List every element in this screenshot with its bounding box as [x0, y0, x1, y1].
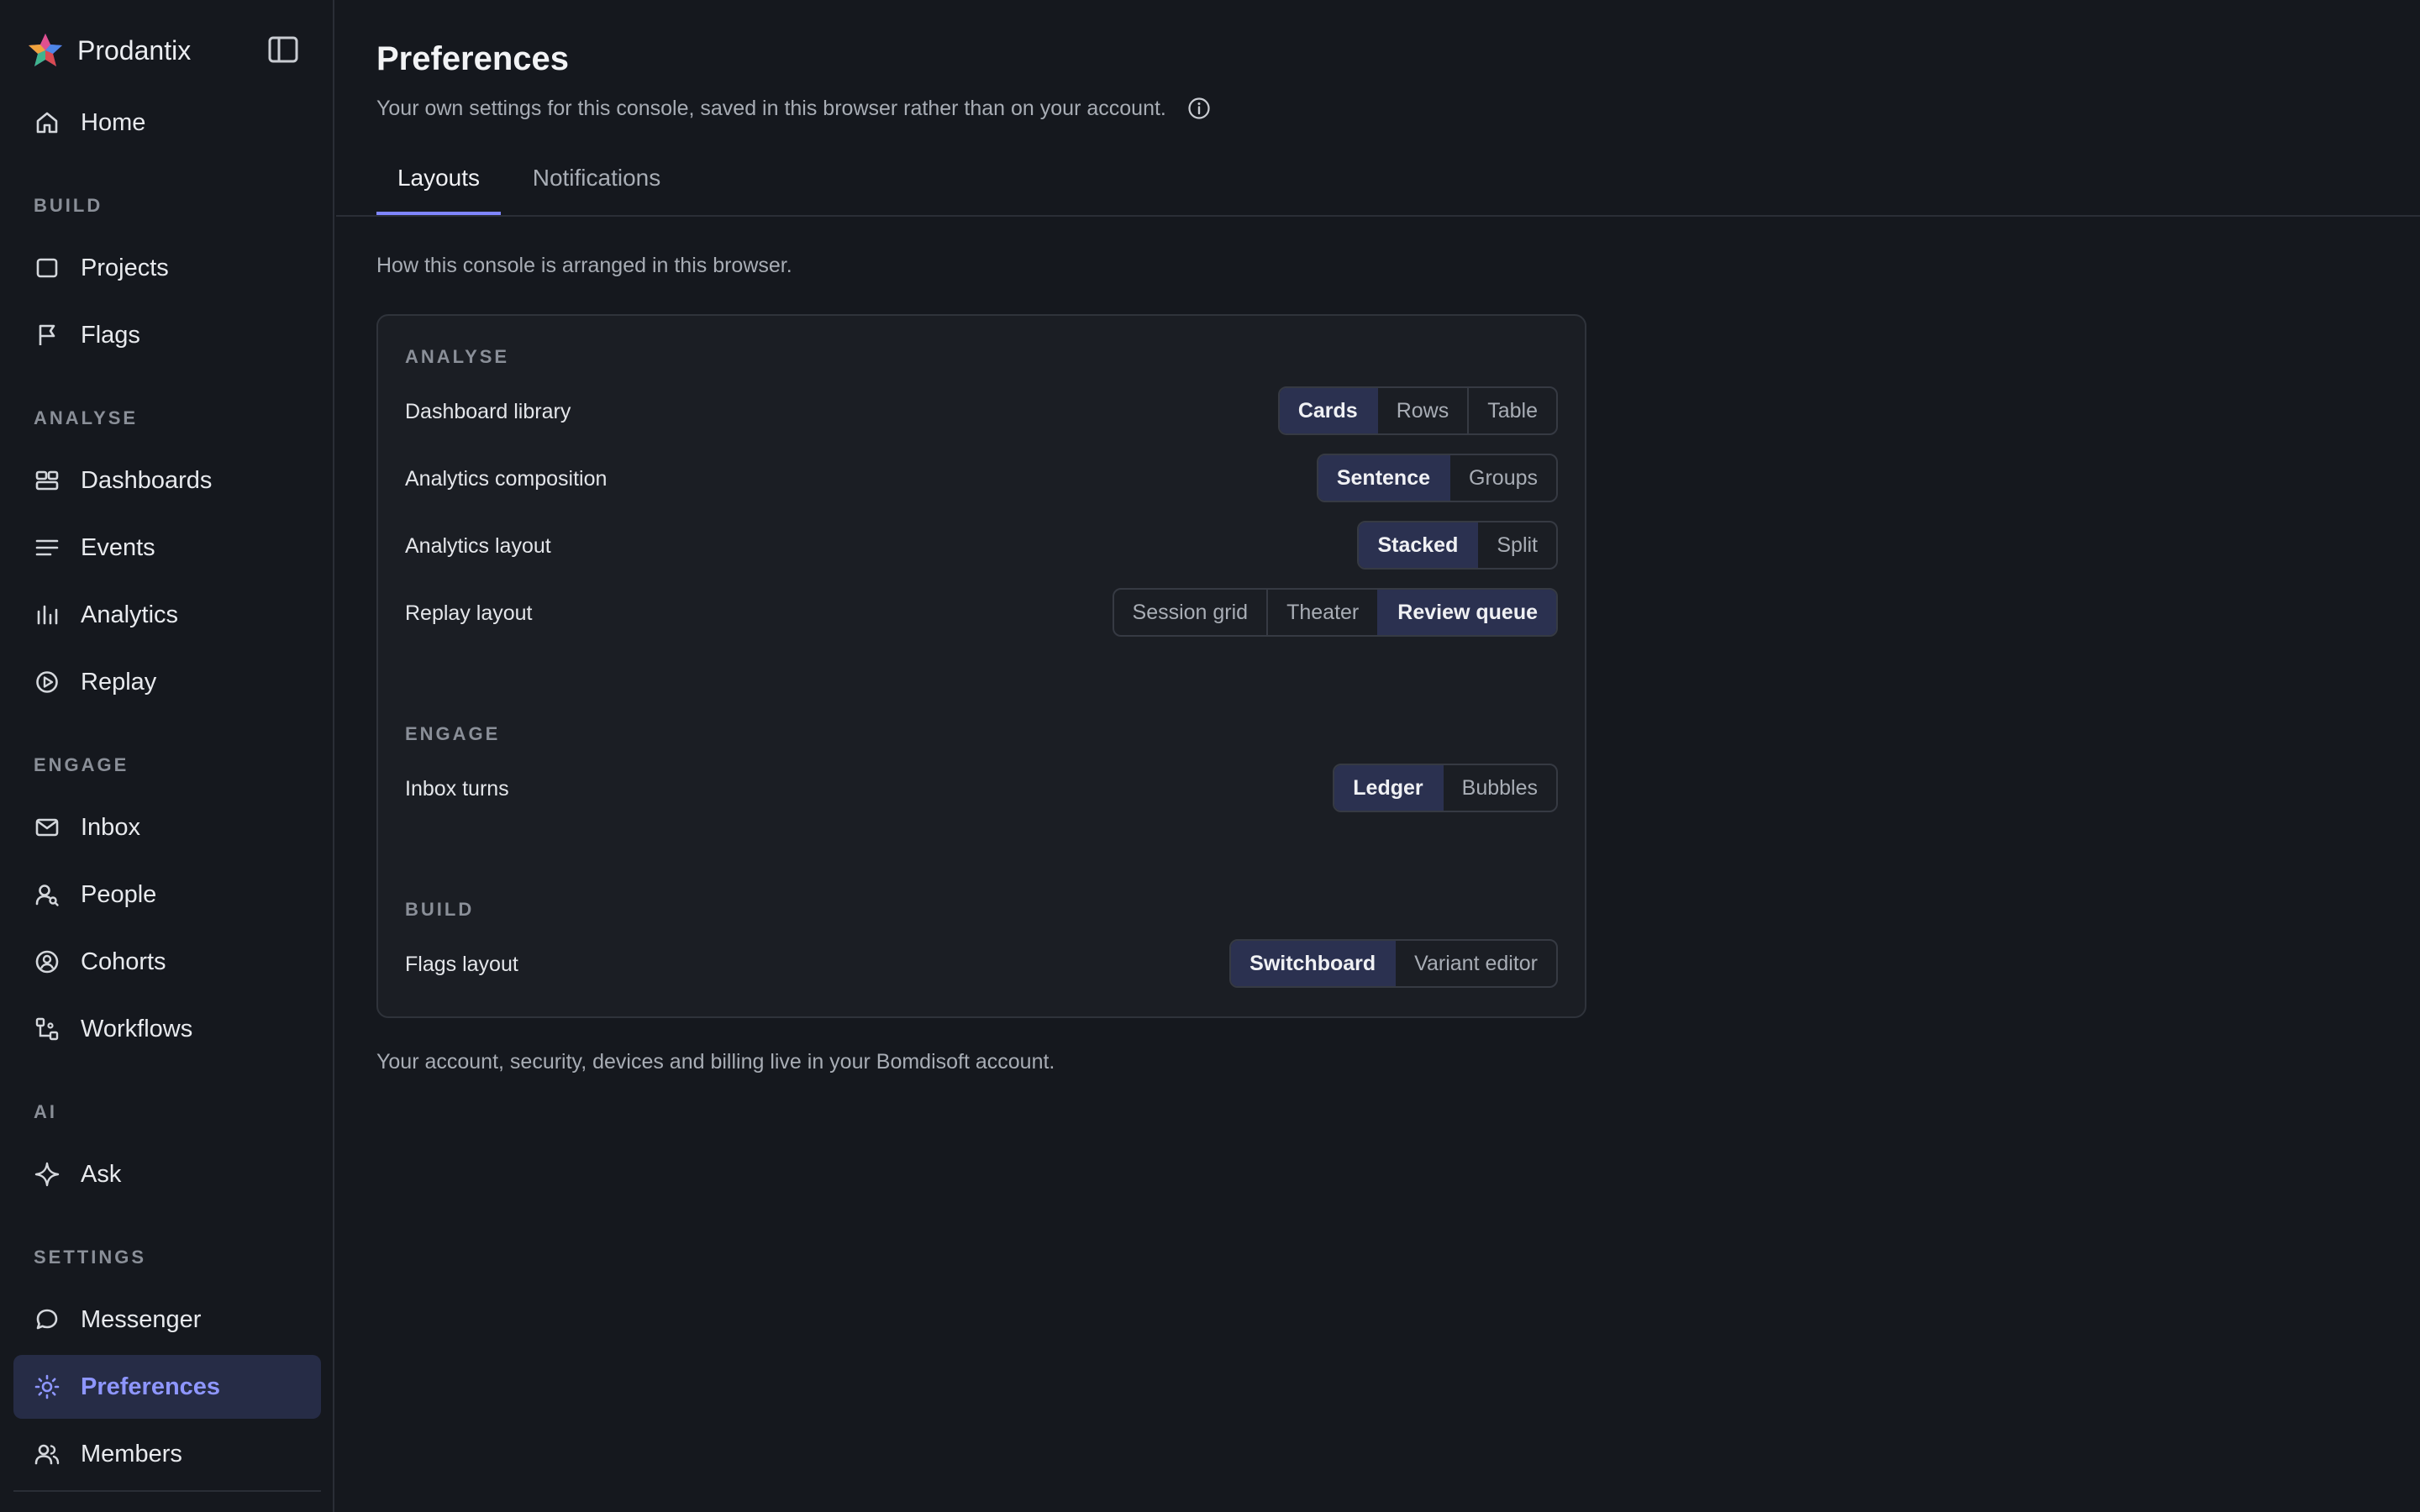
setting-label-analytics-layout: Analytics layout [405, 534, 551, 558]
sidebar-item-events[interactable]: Events [13, 516, 321, 580]
group-heading-analyse: ANALYSE [405, 346, 510, 367]
sidebar-item-label: Replay [81, 668, 157, 696]
user-search-icon [35, 885, 59, 906]
sidebar-item-label: Workflows [81, 1015, 193, 1042]
dashboard-icon [35, 470, 59, 491]
sidebar-item-label: Messenger [81, 1305, 202, 1333]
section-heading-build: BUILD [34, 195, 103, 216]
option-bubbles[interactable]: Bubbles [1441, 765, 1556, 811]
list-icon [35, 539, 59, 556]
segmented-dashboard-library: Cards Rows Table [1277, 386, 1558, 435]
setting-label-replay-layout: Replay layout [405, 601, 533, 625]
sidebar-item-cohorts[interactable]: Cohorts [13, 930, 321, 994]
sidebar-toggle-icon[interactable] [267, 35, 299, 64]
sidebar-item-label: Cohorts [81, 948, 166, 975]
tabs-divider [336, 215, 2420, 217]
page-subtitle-text: Your own settings for this console, save… [376, 96, 1166, 120]
segmented-analytics-composition: Sentence Groups [1316, 454, 1558, 502]
sidebar-item-label: Projects [81, 254, 169, 281]
brand-name: Prodantix [77, 34, 192, 66]
sun-icon [34, 1374, 60, 1399]
sidebar-item-home[interactable]: Home [13, 91, 321, 155]
sidebar-item-replay[interactable]: Replay [13, 650, 321, 714]
option-groups[interactable]: Groups [1449, 455, 1556, 501]
sparkle-icon [34, 1162, 60, 1187]
option-theater[interactable]: Theater [1266, 590, 1377, 635]
prodantix-logo-icon [29, 34, 62, 66]
bar-chart-icon [37, 605, 58, 625]
sidebar-item-ask[interactable]: Ask [13, 1142, 321, 1206]
sidebar-item-label: Events [81, 533, 155, 561]
workflow-icon [35, 1017, 59, 1041]
sidebar-item-projects[interactable]: Projects [13, 236, 321, 300]
sidebar-item-label: Dashboards [81, 466, 213, 494]
sidebar-item-inbox[interactable]: Inbox [13, 795, 321, 859]
info-icon[interactable] [1186, 96, 1212, 121]
section-heading-ai: AI [34, 1101, 57, 1122]
option-rows[interactable]: Rows [1376, 388, 1468, 433]
sidebar-item-workflows[interactable]: Workflows [13, 997, 321, 1061]
layouts-description: How this console is arranged in this bro… [376, 254, 792, 277]
flag-icon [39, 324, 55, 345]
sidebar-divider [13, 1490, 321, 1492]
square-icon [36, 258, 58, 278]
option-split[interactable]: Split [1476, 522, 1556, 568]
tab-notifications[interactable]: Notifications [521, 165, 672, 215]
page-title: Preferences [376, 40, 570, 77]
segmented-analytics-layout: Stacked Split [1357, 521, 1558, 570]
setting-label-analytics-composition: Analytics composition [405, 467, 608, 491]
option-ledger[interactable]: Ledger [1334, 765, 1442, 811]
sidebar-item-label: Analytics [81, 601, 179, 628]
section-heading-analyse: ANALYSE [34, 407, 139, 428]
section-heading-settings: SETTINGS [34, 1247, 147, 1268]
sidebar-item-analytics[interactable]: Analytics [13, 583, 321, 647]
section-heading-engage: ENGAGE [34, 754, 129, 775]
option-switchboard[interactable]: Switchboard [1231, 941, 1395, 986]
sidebar-item-label: Preferences [81, 1373, 221, 1400]
option-sentence[interactable]: Sentence [1318, 455, 1449, 501]
option-variant-editor[interactable]: Variant editor [1394, 941, 1556, 986]
sidebar-item-members[interactable]: Members [13, 1422, 321, 1486]
sidebar-item-label: Home [81, 108, 146, 136]
chat-bubble-icon [36, 1309, 58, 1330]
option-session-grid[interactable]: Session grid [1114, 590, 1267, 635]
users-icon [34, 1444, 60, 1465]
sidebar-item-flags[interactable]: Flags [13, 303, 321, 367]
user-circle-icon [35, 950, 59, 974]
sidebar-item-messenger[interactable]: Messenger [13, 1288, 321, 1352]
sidebar-item-people[interactable]: People [13, 863, 321, 927]
segmented-flags-layout: Switchboard Variant editor [1229, 939, 1558, 988]
account-note: Your account, security, devices and bill… [376, 1050, 1055, 1074]
option-table[interactable]: Table [1467, 388, 1556, 433]
mail-icon [35, 818, 59, 837]
sidebar-item-label: Ask [81, 1160, 122, 1188]
option-review-queue[interactable]: Review queue [1377, 590, 1556, 635]
sidebar-item-label: Members [81, 1440, 182, 1467]
sidebar-item-dashboards[interactable]: Dashboards [13, 449, 321, 512]
brand[interactable]: Prodantix [27, 30, 191, 71]
sidebar-item-label: People [81, 880, 157, 908]
sidebar: Prodantix Home BUILD Projects Flags ANAL… [0, 0, 334, 1512]
segmented-replay-layout: Session grid Theater Review queue [1112, 588, 1558, 637]
setting-label-flags-layout: Flags layout [405, 953, 518, 976]
option-cards[interactable]: Cards [1279, 388, 1376, 433]
group-heading-build: BUILD [405, 899, 475, 920]
play-circle-icon [36, 671, 58, 693]
page-subtitle: Your own settings for this console, save… [376, 96, 1212, 121]
tab-layouts[interactable]: Layouts [376, 165, 501, 215]
setting-label-inbox-turns: Inbox turns [405, 777, 509, 801]
sidebar-item-label: Inbox [81, 813, 140, 841]
segmented-inbox-turns: Ledger Bubbles [1333, 764, 1558, 812]
setting-label-dashboard-library: Dashboard library [405, 400, 571, 423]
sidebar-item-preferences[interactable]: Preferences [13, 1355, 321, 1419]
home-icon [36, 112, 58, 134]
sidebar-item-label: Flags [81, 321, 140, 349]
group-heading-engage: ENGAGE [405, 723, 501, 744]
option-stacked[interactable]: Stacked [1359, 522, 1477, 568]
